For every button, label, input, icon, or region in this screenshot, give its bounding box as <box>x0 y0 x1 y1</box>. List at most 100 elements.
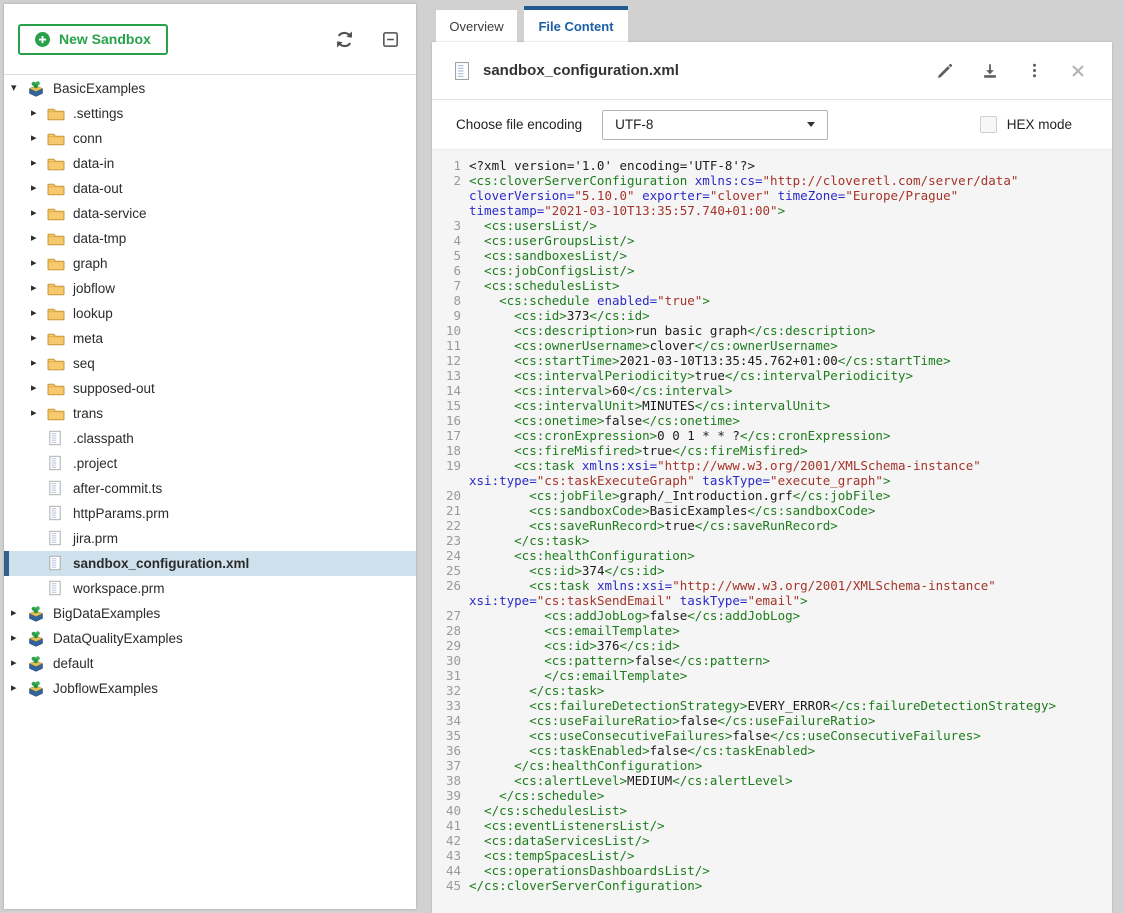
line-number <box>432 473 469 488</box>
chevron-right-icon[interactable]: ▸ <box>31 283 47 294</box>
tree-item-default[interactable]: ▸default <box>4 651 416 676</box>
edit-icon[interactable] <box>936 62 954 80</box>
chevron-right-icon[interactable]: ▸ <box>11 608 27 619</box>
tree-item-bigdataexamples[interactable]: ▸BigDataExamples <box>4 601 416 626</box>
code-line-text: <cs:intervalUnit>MINUTES</cs:intervalUni… <box>469 398 830 413</box>
chevron-right-icon[interactable]: ▸ <box>31 183 47 194</box>
tree-item-workspace-prm[interactable]: workspace.prm <box>4 576 416 601</box>
code-line-text: <cs:healthConfiguration> <box>469 548 695 563</box>
chevron-right-icon[interactable]: ▸ <box>11 633 27 644</box>
encoding-select[interactable]: UTF-8 <box>602 110 828 140</box>
tree-item-trans[interactable]: ▸ trans <box>4 401 416 426</box>
code-line-text: <cs:cronExpression>0 0 1 * * ?</cs:cronE… <box>469 428 890 443</box>
tree-item-graph[interactable]: ▸graph <box>4 251 416 276</box>
line-number: 41 <box>432 818 469 833</box>
chevron-right-icon[interactable]: ▸ <box>31 408 47 419</box>
line-number: 7 <box>432 278 469 293</box>
tree-item-supposed-out[interactable]: ▸supposed-out <box>4 376 416 401</box>
tree-item-jira-prm[interactable]: jira.prm <box>4 526 416 551</box>
sandbox-icon <box>27 680 45 698</box>
chevron-right-icon[interactable]: ▸ <box>31 108 47 119</box>
line-number: 15 <box>432 398 469 413</box>
folder-icon <box>47 255 65 273</box>
tree-item-label: sandbox_configuration.xml <box>73 556 249 571</box>
chevron-right-icon[interactable]: ▸ <box>31 333 47 344</box>
chevron-right-icon[interactable]: ▸ <box>31 358 47 369</box>
tree-item-seq[interactable]: ▸seq <box>4 351 416 376</box>
chevron-right-icon[interactable]: ▸ <box>31 308 47 319</box>
tree-item-label: trans <box>73 406 103 421</box>
tab-file-content-label: File Content <box>538 19 613 34</box>
tab-file-content[interactable]: File Content <box>524 6 628 42</box>
tree-item-data-service[interactable]: ▸data-service <box>4 201 416 226</box>
code-line: 36 <cs:taskEnabled>false</cs:taskEnabled… <box>432 743 1112 758</box>
tree-item-meta[interactable]: ▸meta <box>4 326 416 351</box>
tree-item-jobflow[interactable]: ▸jobflow <box>4 276 416 301</box>
close-icon[interactable] <box>1070 63 1086 79</box>
tree-item-data-tmp[interactable]: ▸data-tmp <box>4 226 416 251</box>
code-line: 2<cs:cloverServerConfiguration xmlns:cs=… <box>432 173 1112 188</box>
tree-item-lookup[interactable]: ▸lookup <box>4 301 416 326</box>
tree-item-project[interactable]: .project <box>4 451 416 476</box>
chevron-right-icon[interactable]: ▸ <box>31 158 47 169</box>
chevron-right-icon[interactable]: ▸ <box>31 383 47 394</box>
code-line-text: <cs:task xmlns:xsi="http://www.w3.org/20… <box>469 578 996 593</box>
new-sandbox-button[interactable]: New Sandbox <box>18 24 168 55</box>
code-viewer[interactable]: 1<?xml version='1.0' encoding='UTF-8'?>2… <box>432 150 1112 913</box>
tree-item-conn[interactable]: ▸conn <box>4 126 416 151</box>
chevron-right-icon[interactable]: ▸ <box>31 133 47 144</box>
file-tree[interactable]: ▾BasicExamples▸.settings▸conn▸data-in▸da… <box>4 75 416 701</box>
line-number: 40 <box>432 803 469 818</box>
file-content-card: sandbox_configuration.xml Choose file en… <box>432 42 1112 913</box>
line-number: 20 <box>432 488 469 503</box>
tree-item-jobflowexamples[interactable]: ▸JobflowExamples <box>4 676 416 701</box>
file-icon <box>47 530 65 548</box>
encoding-bar: Choose file encoding UTF-8 HEX mode <box>432 100 1112 150</box>
app-root: { "colors": { "page_bg": "#d1d1d1", "acc… <box>0 0 1124 913</box>
tree-item-dataqualityexamples[interactable]: ▸DataQualityExamples <box>4 626 416 651</box>
tree-item-basicexamples[interactable]: ▾BasicExamples <box>4 76 416 101</box>
chevron-right-icon[interactable]: ▸ <box>11 683 27 694</box>
tree-item-after-commit-ts[interactable]: after-commit.ts <box>4 476 416 501</box>
download-icon[interactable] <box>981 62 999 80</box>
chevron-down-icon[interactable]: ▾ <box>11 83 27 94</box>
tree-item-httpparams-prm[interactable]: httpParams.prm <box>4 501 416 526</box>
code-line: 27 <cs:addJobLog>false</cs:addJobLog> <box>432 608 1112 623</box>
code-line: 30 <cs:pattern>false</cs:pattern> <box>432 653 1112 668</box>
kebab-menu-icon[interactable] <box>1026 62 1043 79</box>
tree-item-label: data-out <box>73 181 123 196</box>
tree-item-sandbox-configuration-xml[interactable]: sandbox_configuration.xml <box>4 551 416 576</box>
tree-item-label: .project <box>73 456 117 471</box>
tree-item-data-out[interactable]: ▸ data-out <box>4 176 416 201</box>
line-number: 36 <box>432 743 469 758</box>
chevron-right-icon[interactable]: ▸ <box>11 658 27 669</box>
code-line: 7 <cs:schedulesList> <box>432 278 1112 293</box>
tree-item-settings[interactable]: ▸.settings <box>4 101 416 126</box>
tree-item-data-in[interactable]: ▸ data-in <box>4 151 416 176</box>
tab-overview[interactable]: Overview <box>436 10 517 42</box>
chevron-right-icon[interactable]: ▸ <box>31 208 47 219</box>
folder-icon <box>47 355 65 373</box>
code-line-text: <cs:jobFile>graph/_Introduction.grf</cs:… <box>469 488 890 503</box>
code-line: xsi:type="cs:taskExecuteGraph" taskType=… <box>432 473 1112 488</box>
code-line: 45</cs:cloverServerConfiguration> <box>432 878 1112 893</box>
hex-mode-checkbox[interactable] <box>980 116 997 133</box>
code-line: 8 <cs:schedule enabled="true"> <box>432 293 1112 308</box>
tree-item-label: data-in <box>73 156 114 171</box>
code-line-text: </cs:schedule> <box>469 788 604 803</box>
line-number: 23 <box>432 533 469 548</box>
tree-item-label: after-commit.ts <box>73 481 162 496</box>
refresh-icon[interactable] <box>334 29 355 50</box>
line-number: 13 <box>432 368 469 383</box>
tree-item-classpath[interactable]: .classpath <box>4 426 416 451</box>
chevron-right-icon[interactable]: ▸ <box>31 233 47 244</box>
code-line-text: <cs:dataServicesList/> <box>469 833 650 848</box>
code-line: 38 <cs:alertLevel>MEDIUM</cs:alertLevel> <box>432 773 1112 788</box>
collapse-all-icon[interactable] <box>381 30 400 49</box>
chevron-right-icon[interactable]: ▸ <box>31 258 47 269</box>
line-number: 37 <box>432 758 469 773</box>
line-number <box>432 203 469 218</box>
code-line: 35 <cs:useConsecutiveFailures>false</cs:… <box>432 728 1112 743</box>
code-line-text: <cs:task xmlns:xsi="http://www.w3.org/20… <box>469 458 981 473</box>
line-number: 35 <box>432 728 469 743</box>
